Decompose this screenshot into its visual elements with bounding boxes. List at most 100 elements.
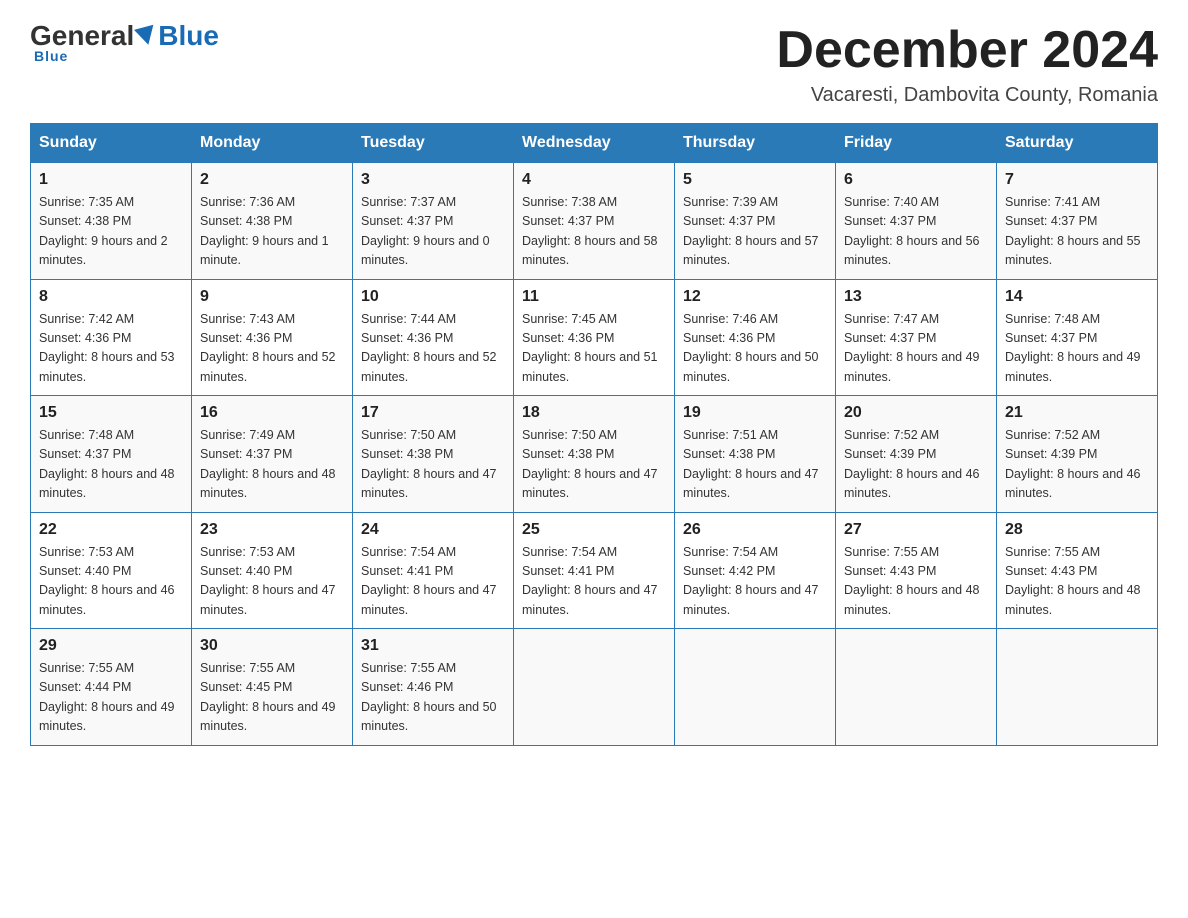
day-number: 12 — [683, 288, 827, 306]
header-row: Sunday Monday Tuesday Wednesday Thursday… — [31, 124, 1158, 163]
calendar-cell — [514, 629, 675, 746]
day-number: 26 — [683, 521, 827, 539]
day-info: Sunrise: 7:55 AMSunset: 4:44 PMDaylight:… — [39, 659, 183, 737]
day-info: Sunrise: 7:43 AMSunset: 4:36 PMDaylight:… — [200, 310, 344, 388]
day-info: Sunrise: 7:51 AMSunset: 4:38 PMDaylight:… — [683, 426, 827, 504]
calendar-cell: 22 Sunrise: 7:53 AMSunset: 4:40 PMDaylig… — [31, 512, 192, 629]
day-number: 19 — [683, 404, 827, 422]
calendar-header: Sunday Monday Tuesday Wednesday Thursday… — [31, 124, 1158, 163]
day-info: Sunrise: 7:53 AMSunset: 4:40 PMDaylight:… — [200, 543, 344, 621]
day-number: 6 — [844, 171, 988, 189]
day-info: Sunrise: 7:41 AMSunset: 4:37 PMDaylight:… — [1005, 193, 1149, 271]
calendar-cell: 1 Sunrise: 7:35 AMSunset: 4:38 PMDayligh… — [31, 163, 192, 280]
day-info: Sunrise: 7:36 AMSunset: 4:38 PMDaylight:… — [200, 193, 344, 271]
calendar-week-row: 15 Sunrise: 7:48 AMSunset: 4:37 PMDaylig… — [31, 396, 1158, 513]
day-number: 9 — [200, 288, 344, 306]
day-info: Sunrise: 7:53 AMSunset: 4:40 PMDaylight:… — [39, 543, 183, 621]
calendar-cell: 13 Sunrise: 7:47 AMSunset: 4:37 PMDaylig… — [836, 279, 997, 396]
day-number: 7 — [1005, 171, 1149, 189]
calendar-cell — [997, 629, 1158, 746]
calendar-cell: 2 Sunrise: 7:36 AMSunset: 4:38 PMDayligh… — [192, 163, 353, 280]
day-number: 29 — [39, 637, 183, 655]
logo: General Blue Blue — [30, 20, 219, 64]
calendar-cell: 14 Sunrise: 7:48 AMSunset: 4:37 PMDaylig… — [997, 279, 1158, 396]
day-number: 28 — [1005, 521, 1149, 539]
calendar-cell: 26 Sunrise: 7:54 AMSunset: 4:42 PMDaylig… — [675, 512, 836, 629]
calendar-cell: 19 Sunrise: 7:51 AMSunset: 4:38 PMDaylig… — [675, 396, 836, 513]
day-number: 14 — [1005, 288, 1149, 306]
calendar-cell: 12 Sunrise: 7:46 AMSunset: 4:36 PMDaylig… — [675, 279, 836, 396]
header-sunday: Sunday — [31, 124, 192, 163]
day-info: Sunrise: 7:38 AMSunset: 4:37 PMDaylight:… — [522, 193, 666, 271]
day-info: Sunrise: 7:44 AMSunset: 4:36 PMDaylight:… — [361, 310, 505, 388]
day-number: 10 — [361, 288, 505, 306]
calendar-cell: 24 Sunrise: 7:54 AMSunset: 4:41 PMDaylig… — [353, 512, 514, 629]
header-wednesday: Wednesday — [514, 124, 675, 163]
day-number: 1 — [39, 171, 183, 189]
calendar-cell: 3 Sunrise: 7:37 AMSunset: 4:37 PMDayligh… — [353, 163, 514, 280]
day-info: Sunrise: 7:54 AMSunset: 4:41 PMDaylight:… — [361, 543, 505, 621]
calendar-cell: 27 Sunrise: 7:55 AMSunset: 4:43 PMDaylig… — [836, 512, 997, 629]
day-info: Sunrise: 7:52 AMSunset: 4:39 PMDaylight:… — [1005, 426, 1149, 504]
day-number: 31 — [361, 637, 505, 655]
day-number: 2 — [200, 171, 344, 189]
logo-blue-text: Blue — [158, 20, 219, 52]
calendar-week-row: 1 Sunrise: 7:35 AMSunset: 4:38 PMDayligh… — [31, 163, 1158, 280]
day-info: Sunrise: 7:55 AMSunset: 4:45 PMDaylight:… — [200, 659, 344, 737]
calendar-cell: 4 Sunrise: 7:38 AMSunset: 4:37 PMDayligh… — [514, 163, 675, 280]
calendar-cell: 20 Sunrise: 7:52 AMSunset: 4:39 PMDaylig… — [836, 396, 997, 513]
day-number: 24 — [361, 521, 505, 539]
calendar-cell — [836, 629, 997, 746]
day-number: 23 — [200, 521, 344, 539]
calendar-cell: 28 Sunrise: 7:55 AMSunset: 4:43 PMDaylig… — [997, 512, 1158, 629]
day-info: Sunrise: 7:54 AMSunset: 4:41 PMDaylight:… — [522, 543, 666, 621]
header-thursday: Thursday — [675, 124, 836, 163]
day-info: Sunrise: 7:37 AMSunset: 4:37 PMDaylight:… — [361, 193, 505, 271]
day-number: 8 — [39, 288, 183, 306]
calendar-cell: 6 Sunrise: 7:40 AMSunset: 4:37 PMDayligh… — [836, 163, 997, 280]
calendar-cell: 10 Sunrise: 7:44 AMSunset: 4:36 PMDaylig… — [353, 279, 514, 396]
day-info: Sunrise: 7:45 AMSunset: 4:36 PMDaylight:… — [522, 310, 666, 388]
day-info: Sunrise: 7:55 AMSunset: 4:43 PMDaylight:… — [844, 543, 988, 621]
page-header: General Blue Blue December 2024 Vacarest… — [30, 20, 1158, 107]
day-info: Sunrise: 7:46 AMSunset: 4:36 PMDaylight:… — [683, 310, 827, 388]
day-info: Sunrise: 7:49 AMSunset: 4:37 PMDaylight:… — [200, 426, 344, 504]
calendar-cell — [675, 629, 836, 746]
calendar-cell: 18 Sunrise: 7:50 AMSunset: 4:38 PMDaylig… — [514, 396, 675, 513]
day-number: 15 — [39, 404, 183, 422]
calendar-table: Sunday Monday Tuesday Wednesday Thursday… — [30, 123, 1158, 746]
day-number: 22 — [39, 521, 183, 539]
logo-triangle-icon — [134, 25, 158, 48]
calendar-week-row: 29 Sunrise: 7:55 AMSunset: 4:44 PMDaylig… — [31, 629, 1158, 746]
day-info: Sunrise: 7:42 AMSunset: 4:36 PMDaylight:… — [39, 310, 183, 388]
calendar-week-row: 8 Sunrise: 7:42 AMSunset: 4:36 PMDayligh… — [31, 279, 1158, 396]
day-number: 25 — [522, 521, 666, 539]
day-info: Sunrise: 7:52 AMSunset: 4:39 PMDaylight:… — [844, 426, 988, 504]
calendar-cell: 5 Sunrise: 7:39 AMSunset: 4:37 PMDayligh… — [675, 163, 836, 280]
day-info: Sunrise: 7:50 AMSunset: 4:38 PMDaylight:… — [361, 426, 505, 504]
day-info: Sunrise: 7:40 AMSunset: 4:37 PMDaylight:… — [844, 193, 988, 271]
day-number: 21 — [1005, 404, 1149, 422]
day-number: 16 — [200, 404, 344, 422]
calendar-week-row: 22 Sunrise: 7:53 AMSunset: 4:40 PMDaylig… — [31, 512, 1158, 629]
calendar-cell: 21 Sunrise: 7:52 AMSunset: 4:39 PMDaylig… — [997, 396, 1158, 513]
day-info: Sunrise: 7:54 AMSunset: 4:42 PMDaylight:… — [683, 543, 827, 621]
day-info: Sunrise: 7:39 AMSunset: 4:37 PMDaylight:… — [683, 193, 827, 271]
day-number: 13 — [844, 288, 988, 306]
calendar-cell: 15 Sunrise: 7:48 AMSunset: 4:37 PMDaylig… — [31, 396, 192, 513]
calendar-cell: 16 Sunrise: 7:49 AMSunset: 4:37 PMDaylig… — [192, 396, 353, 513]
day-number: 30 — [200, 637, 344, 655]
day-info: Sunrise: 7:55 AMSunset: 4:43 PMDaylight:… — [1005, 543, 1149, 621]
calendar-cell: 9 Sunrise: 7:43 AMSunset: 4:36 PMDayligh… — [192, 279, 353, 396]
calendar-cell: 17 Sunrise: 7:50 AMSunset: 4:38 PMDaylig… — [353, 396, 514, 513]
logo-underline: Blue — [34, 48, 68, 64]
subtitle: Vacaresti, Dambovita County, Romania — [776, 84, 1158, 107]
calendar-cell: 25 Sunrise: 7:54 AMSunset: 4:41 PMDaylig… — [514, 512, 675, 629]
calendar-cell: 8 Sunrise: 7:42 AMSunset: 4:36 PMDayligh… — [31, 279, 192, 396]
calendar-cell: 29 Sunrise: 7:55 AMSunset: 4:44 PMDaylig… — [31, 629, 192, 746]
calendar-cell: 31 Sunrise: 7:55 AMSunset: 4:46 PMDaylig… — [353, 629, 514, 746]
day-number: 4 — [522, 171, 666, 189]
day-info: Sunrise: 7:48 AMSunset: 4:37 PMDaylight:… — [1005, 310, 1149, 388]
day-number: 11 — [522, 288, 666, 306]
day-number: 3 — [361, 171, 505, 189]
